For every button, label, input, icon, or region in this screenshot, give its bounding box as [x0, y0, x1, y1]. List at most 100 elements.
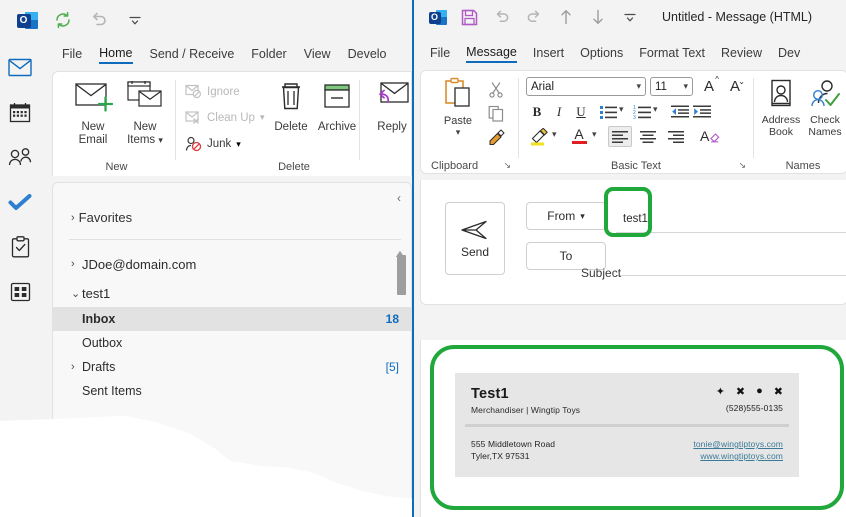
ignore-button[interactable]: Ignore [185, 84, 240, 99]
chevron-down-icon[interactable]: ▾ [260, 112, 265, 123]
paste-button[interactable]: Paste ▾ [435, 77, 481, 138]
tab-review[interactable]: Review [721, 46, 762, 62]
customize-quick-access-toolbar-icon[interactable] [124, 9, 146, 31]
folder-item-inbox[interactable]: Inbox 18 [53, 307, 411, 331]
delete-label: Delete [274, 121, 308, 133]
chevron-down-icon[interactable]: ▾ [580, 211, 585, 222]
clipboard-dialog-launcher-icon[interactable]: ↘ [503, 160, 511, 171]
social-icon-4[interactable]: ✖ [774, 385, 783, 398]
format-painter-icon[interactable] [486, 127, 506, 147]
social-icon-2[interactable]: ✖ [736, 385, 745, 398]
grow-font-icon[interactable]: A ^ [698, 75, 720, 96]
from-button[interactable]: From ▾ [526, 202, 606, 230]
check-names-button[interactable]: Check Names [803, 79, 846, 138]
chevron-down-icon[interactable]: ▾ [435, 127, 481, 138]
italic-icon[interactable]: I [550, 102, 568, 121]
tab-insert[interactable]: Insert [533, 46, 564, 62]
basic-text-dialog-launcher-icon[interactable]: ↘ [738, 160, 746, 171]
folder-item-jdoe[interactable]: › JDoe@domain.com [53, 249, 411, 279]
refresh-send-receive-icon[interactable] [52, 9, 74, 31]
tab-format-text[interactable]: Format Text [639, 46, 705, 62]
tab-send-receive[interactable]: Send / Receive [150, 47, 235, 63]
font-color-chevron-down-icon[interactable]: ▾ [592, 129, 597, 140]
bullets-icon[interactable] [598, 102, 618, 121]
reply-button[interactable]: Reply [365, 80, 412, 134]
next-item-icon[interactable] [588, 8, 607, 27]
chevron-down-icon[interactable]: ▾ [636, 81, 641, 92]
font-family-combobox[interactable]: Arial ▾ [526, 77, 646, 96]
tab-file[interactable]: File [430, 46, 450, 62]
previous-item-icon[interactable] [556, 8, 575, 27]
from-label: From [547, 209, 576, 223]
align-left-icon[interactable] [608, 126, 632, 147]
junk-button[interactable]: Junk ▾ [185, 136, 241, 152]
collapse-folder-pane-button[interactable]: ‹ [397, 191, 401, 205]
highlight-chevron-down-icon[interactable]: ▾ [552, 129, 557, 140]
address-book-button[interactable]: Address Book [759, 79, 803, 138]
align-center-icon[interactable] [636, 126, 660, 147]
align-right-icon[interactable] [664, 126, 688, 147]
folder-item-sent-items[interactable]: Sent Items [53, 379, 411, 403]
signature-email-link[interactable]: tonie@wingtiptoys.com [693, 438, 783, 450]
shrink-font-icon[interactable]: A ⌄ [724, 76, 746, 96]
tab-options[interactable]: Options [580, 46, 623, 62]
todo-check-icon[interactable] [5, 188, 35, 216]
send-button[interactable]: Send [445, 202, 505, 275]
chevron-down-icon[interactable]: ▾ [158, 135, 163, 145]
ribbon-group-delete: Ignore Clean Up ▾ Junk ▾ Delete Archive … [179, 72, 357, 177]
tab-message[interactable]: Message [466, 45, 517, 63]
tab-developer[interactable]: Dev [778, 46, 800, 62]
tab-file[interactable]: File [62, 47, 82, 63]
message-body-area[interactable]: Test1 Merchandiser | Wingtip Toys ✦ ✖ ● … [420, 340, 846, 517]
outlook-logo-icon: O [428, 8, 447, 27]
social-icon-1[interactable]: ✦ [716, 385, 725, 398]
favorites-header[interactable]: › Favorites [71, 210, 132, 225]
font-color-icon[interactable]: A [568, 125, 590, 147]
increase-indent-icon[interactable] [692, 102, 712, 121]
text-highlight-color-icon[interactable] [528, 127, 550, 147]
copy-icon[interactable] [486, 103, 506, 123]
bullets-chevron-down-icon[interactable]: ▾ [619, 104, 624, 115]
cut-icon[interactable] [486, 79, 506, 99]
redo-icon[interactable] [524, 8, 543, 27]
calendar-icon[interactable] [5, 98, 35, 126]
chevron-down-icon[interactable]: ▾ [683, 81, 688, 92]
signature-website-link[interactable]: www.wingtiptoys.com [693, 450, 783, 462]
folder-item-test1[interactable]: ⌄ test1 [53, 279, 411, 307]
underline-icon[interactable]: U [572, 102, 590, 121]
clear-all-formatting-icon[interactable]: A [698, 125, 722, 147]
tab-folder[interactable]: Folder [251, 47, 286, 63]
font-size-value: 11 [655, 80, 667, 93]
ribbon-group-new: New Email New Items ▾ New [59, 72, 174, 177]
tab-view[interactable]: View [304, 47, 331, 63]
save-icon[interactable] [460, 8, 479, 27]
from-value[interactable]: test1 [623, 213, 648, 225]
chevron-down-icon[interactable]: ▾ [236, 139, 241, 150]
undo-icon[interactable] [88, 9, 110, 31]
delete-button[interactable]: Delete [265, 80, 317, 134]
folder-item-outbox[interactable]: Outbox [53, 331, 411, 355]
customize-quick-access-toolbar-icon[interactable] [620, 8, 639, 27]
tab-home[interactable]: Home [99, 46, 133, 64]
tasks-clipboard-icon[interactable] [5, 233, 35, 261]
decrease-indent-icon[interactable] [670, 102, 690, 121]
numbering-chevron-down-icon[interactable]: ▾ [653, 104, 658, 115]
mail-icon[interactable] [5, 53, 35, 81]
tab-developer[interactable]: Develo [348, 47, 387, 63]
bold-icon[interactable]: B [528, 102, 546, 121]
archive-button[interactable]: Archive [311, 80, 363, 134]
folder-item-drafts[interactable]: › Drafts [5] [53, 355, 411, 379]
new-email-label-2: Email [78, 134, 108, 146]
more-apps-icon[interactable] [5, 278, 35, 306]
font-size-combobox[interactable]: 11 ▾ [650, 77, 693, 96]
numbering-icon[interactable]: 123 [632, 102, 652, 121]
new-email-button[interactable]: New Email [65, 80, 121, 147]
people-icon[interactable] [5, 143, 35, 171]
chevron-right-icon: › [71, 361, 75, 373]
undo-icon[interactable] [492, 8, 511, 27]
social-icon-3[interactable]: ● [756, 385, 763, 398]
drafts-count: [5] [385, 360, 399, 374]
clean-up-button[interactable]: Clean Up ▾ [185, 110, 264, 125]
outlook-main-window: O File Home Send / Receive Folder View D… [0, 0, 412, 517]
new-items-button[interactable]: New Items ▾ [117, 80, 173, 147]
